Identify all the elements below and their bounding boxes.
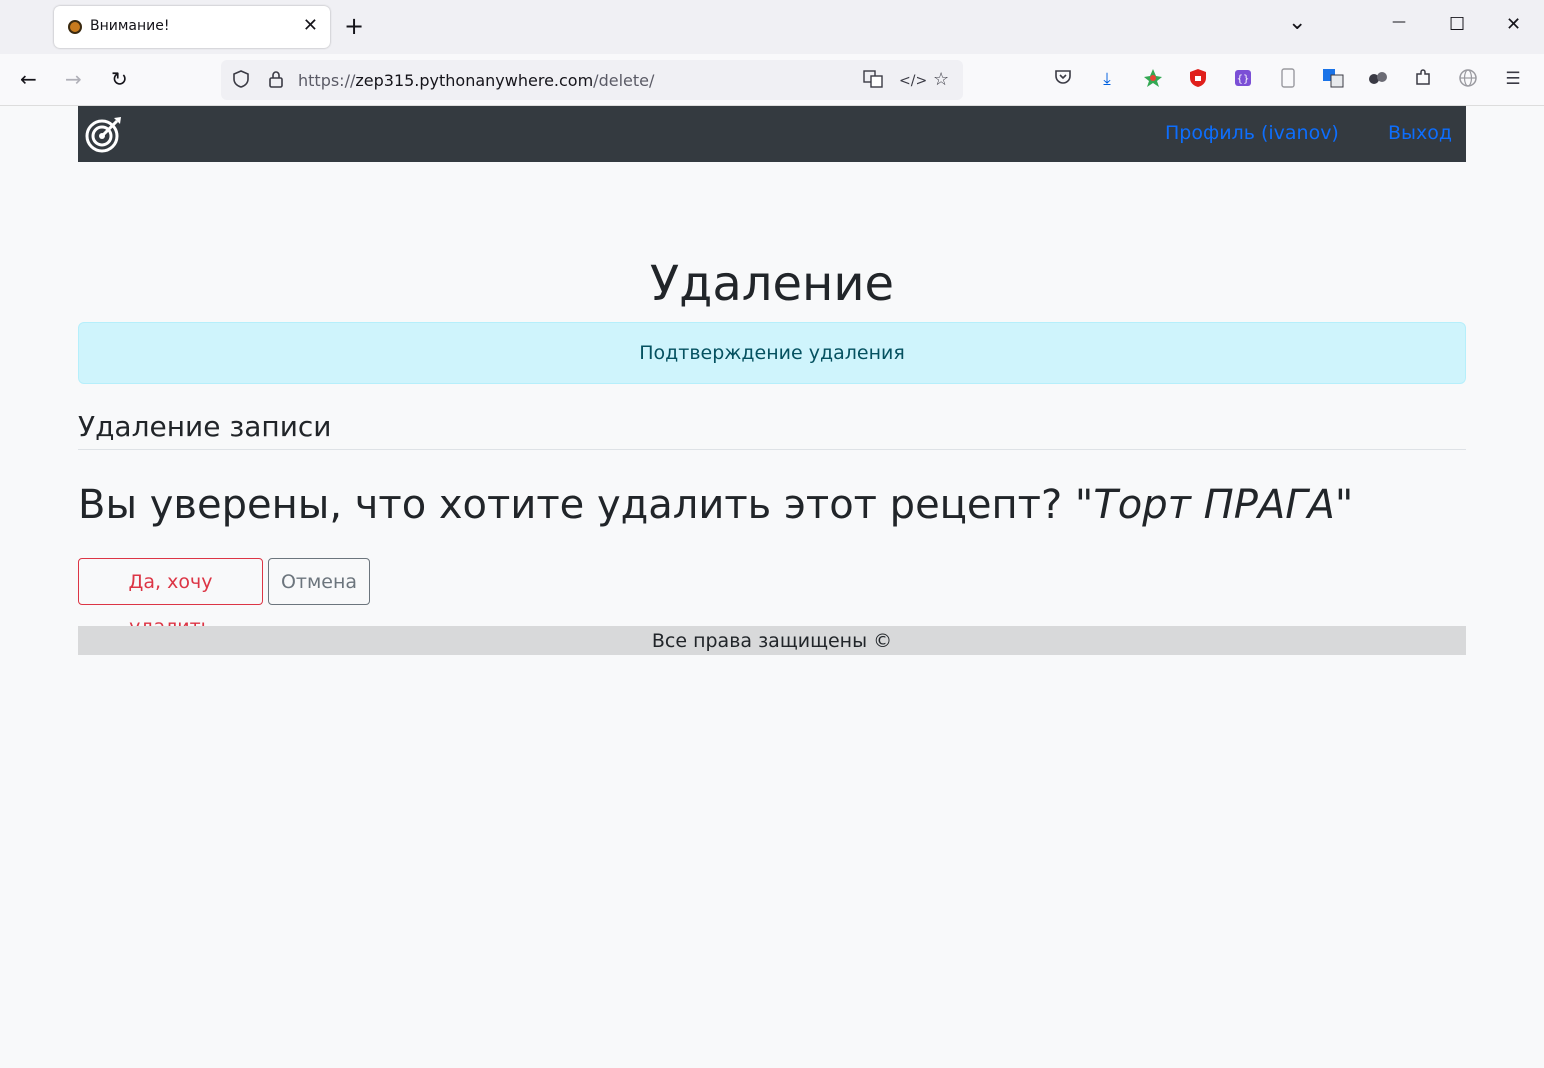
footer: Все права защищены ©: [78, 626, 1466, 655]
info-alert: Подтверждение удаления: [78, 322, 1466, 384]
extension-icon[interactable]: {}: [1232, 68, 1254, 90]
lock-icon[interactable]: [267, 69, 285, 95]
shield-icon[interactable]: [231, 69, 251, 95]
new-tab-button[interactable]: +: [344, 12, 364, 40]
menu-icon[interactable]: ☰: [1502, 68, 1524, 90]
maximize-button[interactable]: ☐: [1449, 14, 1465, 35]
question-end: ": [1334, 482, 1354, 528]
url-bar[interactable]: https://zep315.pythonanywhere.com/delete…: [221, 60, 963, 100]
favicon-icon: [68, 20, 82, 34]
browser-tab-bar: Внимание! ✕ + ⌄ — ☐ ✕: [0, 0, 1544, 54]
profile-link[interactable]: Профиль (ivanov): [1165, 122, 1339, 144]
logo-icon[interactable]: [84, 114, 124, 154]
ublock-icon[interactable]: [1187, 68, 1209, 90]
url-text[interactable]: https://zep315.pythonanywhere.com/delete…: [298, 71, 654, 90]
close-window-button[interactable]: ✕: [1506, 14, 1521, 35]
tab-close-button[interactable]: ✕: [303, 15, 318, 36]
tab-list-button[interactable]: ⌄: [1288, 10, 1306, 35]
translate-icon[interactable]: [1322, 68, 1344, 90]
cancel-button[interactable]: Отмена: [268, 558, 370, 605]
reload-button[interactable]: ↻: [111, 68, 128, 90]
download-icon[interactable]: ⤓: [1096, 68, 1118, 90]
browser-tab[interactable]: Внимание! ✕: [54, 6, 330, 48]
page-title: Удаление: [649, 256, 895, 312]
site-navbar: Профиль (ivanov) Выход: [78, 106, 1466, 162]
svg-text:{}: {}: [1237, 74, 1250, 85]
forward-button[interactable]: →: [65, 68, 82, 90]
back-button[interactable]: ←: [20, 68, 37, 90]
extension-dots-icon[interactable]: [1367, 68, 1389, 90]
globe-icon[interactable]: [1457, 68, 1479, 90]
minimize-button[interactable]: —: [1392, 14, 1406, 30]
section-heading: Удаление записи: [78, 410, 332, 443]
translate-page-icon[interactable]: [863, 69, 883, 95]
code-icon[interactable]: </>: [899, 70, 927, 92]
tab-title: Внимание!: [90, 18, 170, 34]
question-text: Вы уверены, что хотите удалить этот реце…: [78, 482, 1094, 528]
phone-icon[interactable]: [1277, 68, 1299, 90]
recipe-name: Торт ПРАГА: [1093, 482, 1335, 528]
pocket-icon[interactable]: [1052, 68, 1074, 90]
browser-nav-bar: ← → ↻ https://zep315.pythonanywhere.com/…: [0, 54, 1544, 106]
divider: [78, 449, 1466, 450]
confirm-delete-button[interactable]: Да, хочу удалить: [78, 558, 263, 638]
extensions-icon[interactable]: [1412, 68, 1434, 90]
logout-link[interactable]: Выход: [1388, 122, 1452, 144]
confirm-question: Вы уверены, что хотите удалить этот реце…: [78, 482, 1353, 528]
extension-color-icon[interactable]: [1142, 68, 1164, 90]
bookmark-star-icon[interactable]: ☆: [933, 69, 949, 91]
